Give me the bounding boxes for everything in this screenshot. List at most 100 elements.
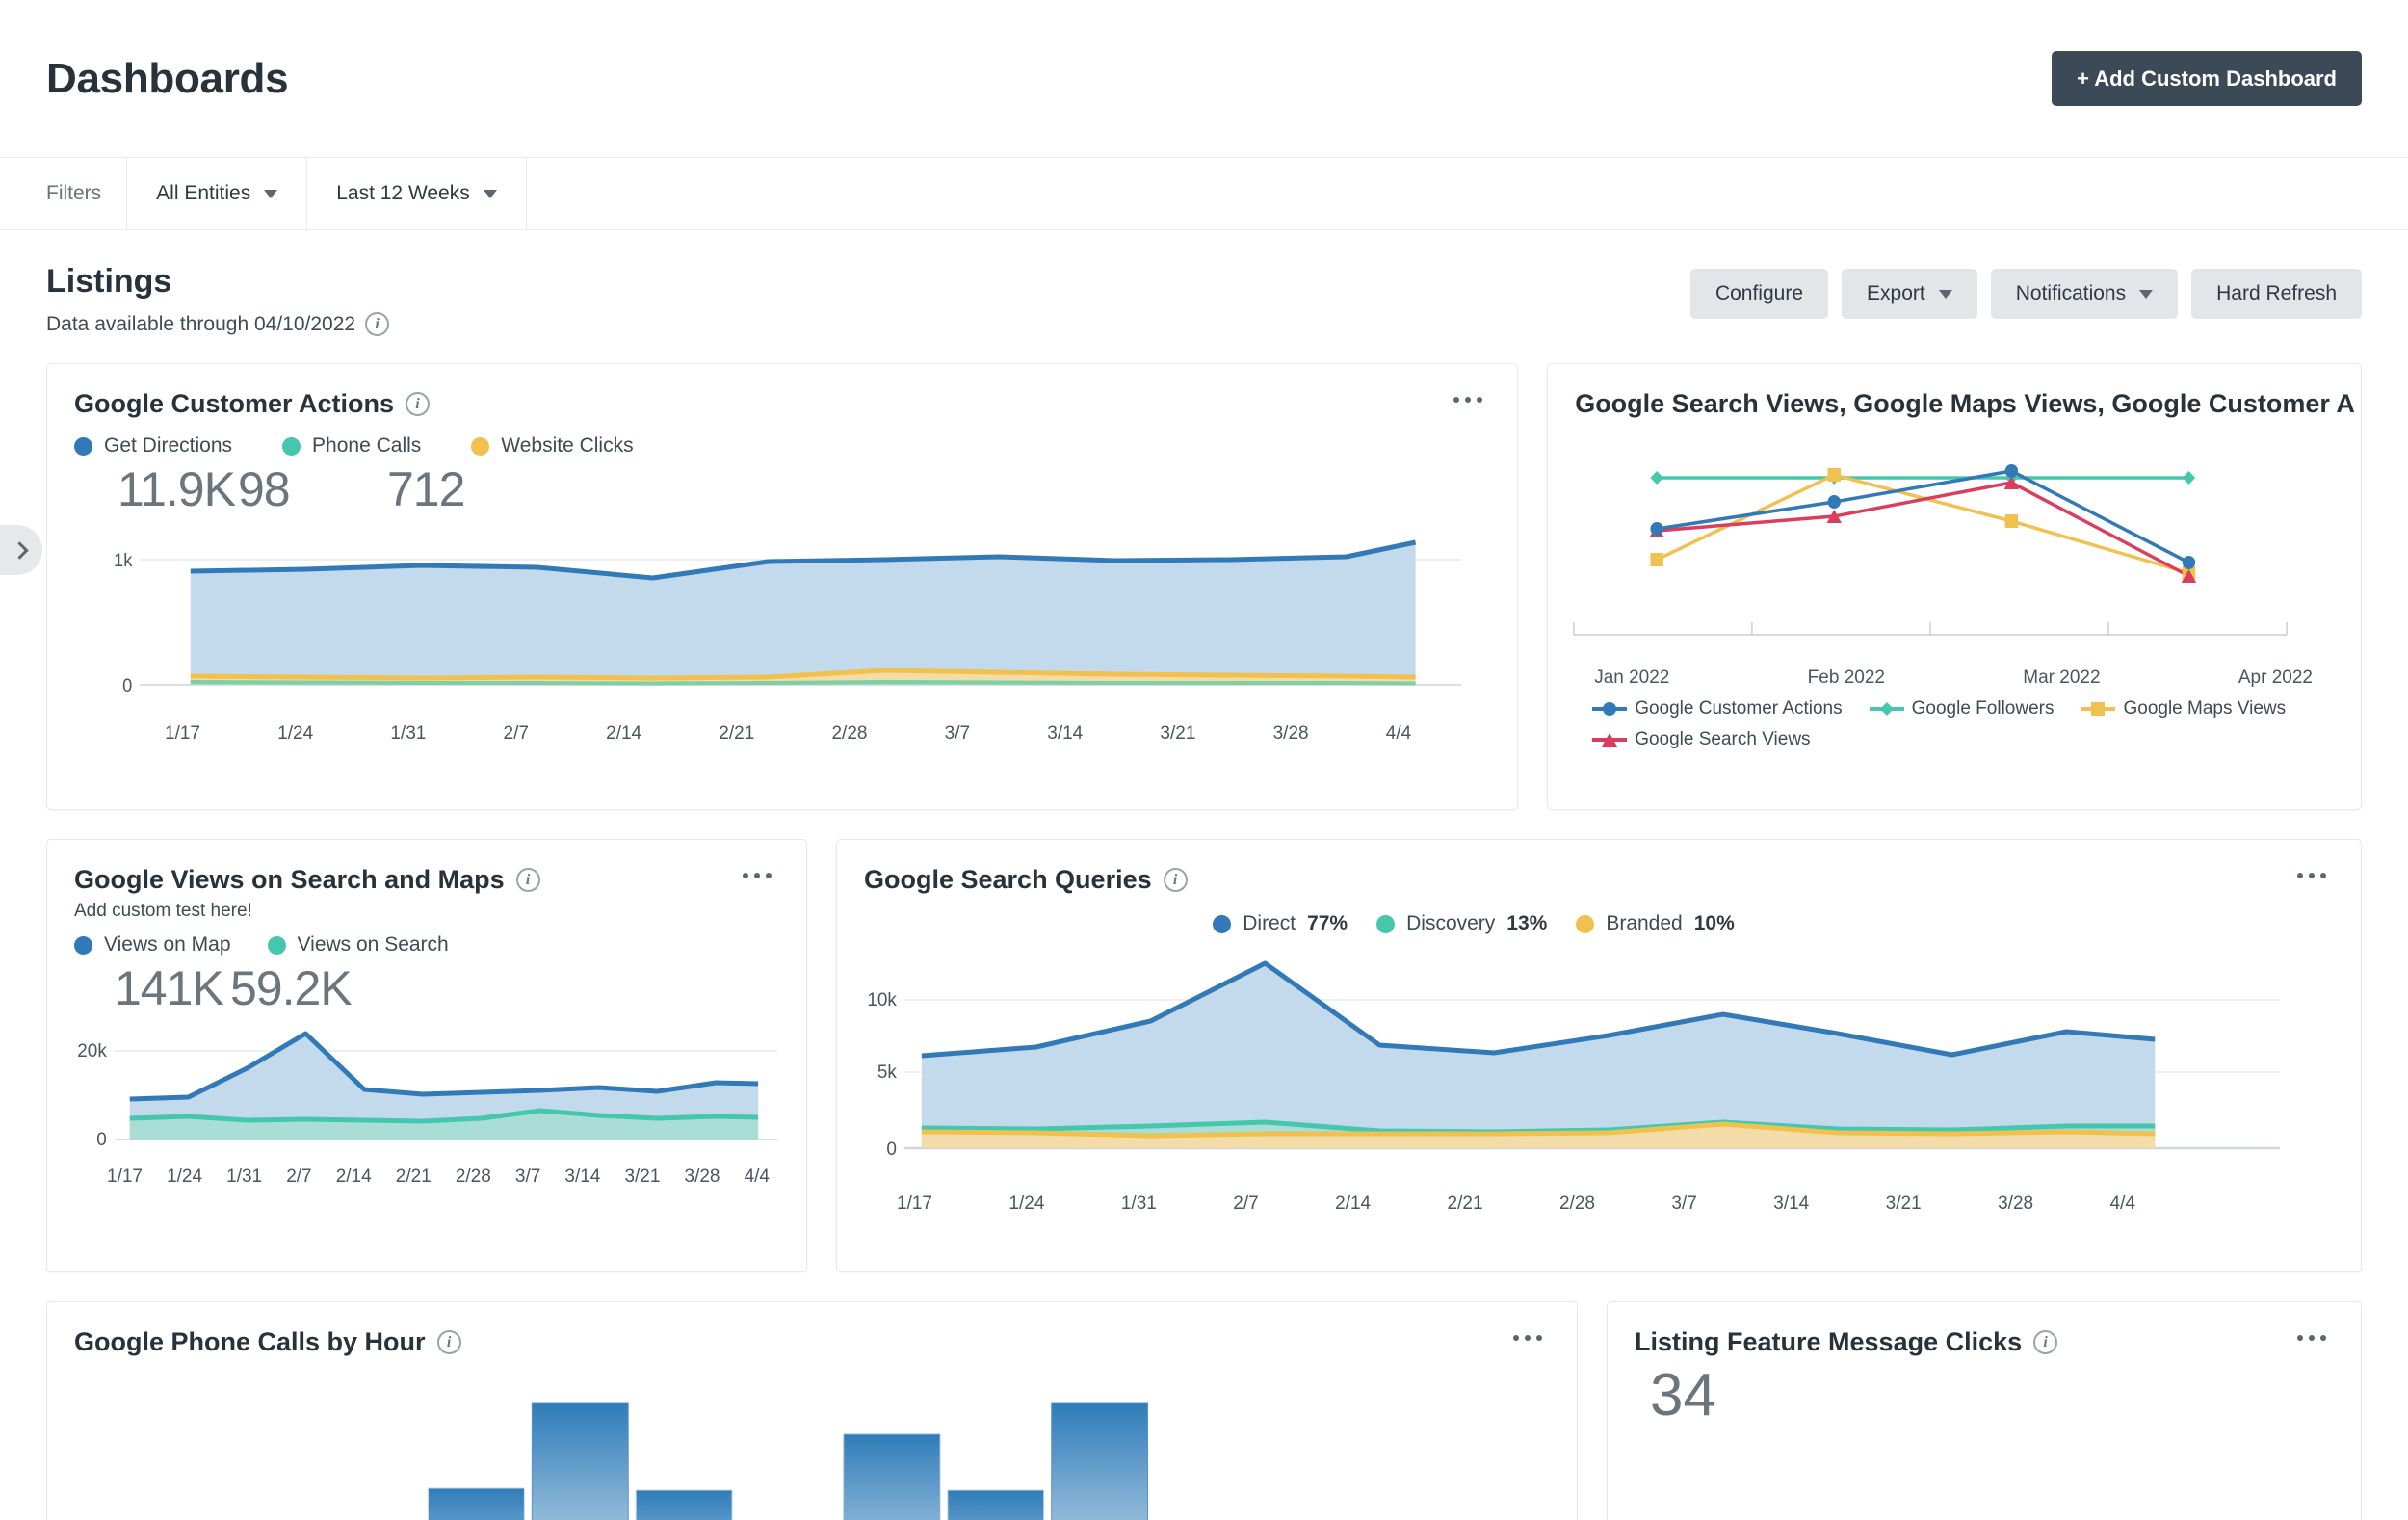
data-availability-note: Data available through 04/10/2022 i [46, 312, 390, 336]
legend-color-dot [471, 436, 490, 456]
x-tick: 2/21 [395, 1166, 432, 1187]
customer-actions-area-chart[interactable]: 1k 0 [47, 523, 1517, 716]
legend-value: 77% [1307, 912, 1348, 934]
legend-item[interactable]: Discovery 13% [1376, 912, 1547, 935]
x-tick: 2/7 [503, 723, 529, 744]
chevron-down-icon [264, 189, 278, 198]
chevron-down-icon [1938, 289, 1952, 299]
dashboard-card-grid: Google Customer Actions i Get Directions… [0, 336, 2408, 1520]
x-tick: 4/4 [1385, 723, 1412, 744]
legend-item[interactable]: Google Maps Views [2079, 698, 2286, 720]
legend-label: Get Directions [104, 434, 233, 457]
x-tick: 1/24 [167, 1166, 203, 1187]
legend-item[interactable]: Phone Calls [282, 434, 421, 458]
card-title-text: Google Search Queries [864, 865, 1152, 894]
x-tick: 2/28 [831, 723, 868, 744]
hard-refresh-button[interactable]: Hard Refresh [2191, 269, 2362, 319]
svg-text:5k: 5k [877, 1062, 898, 1083]
card-google-customer-actions: Google Customer Actions i Get Directions… [46, 363, 1519, 810]
card-subtitle: Add custom test here! [74, 901, 252, 921]
kpi-value: 11.9K [118, 462, 236, 516]
card-menu-button[interactable] [1505, 1327, 1550, 1349]
entity-filter-value: All Entities [156, 182, 251, 204]
legend-label: Google Search Views [1635, 729, 1811, 749]
svg-text:1k: 1k [114, 550, 133, 570]
multi-metric-x-axis: Jan 2022 Feb 2022 Mar 2022 Apr 2022 [1548, 666, 2361, 689]
x-tick: 1/24 [277, 723, 314, 744]
add-custom-dashboard-button[interactable]: + Add Custom Dashboard [2052, 51, 2362, 106]
legend-label: Google Maps Views [2123, 698, 2287, 719]
legend-color-dot [267, 935, 286, 955]
x-tick: 3/28 [1998, 1193, 2034, 1214]
info-icon[interactable]: i [365, 312, 390, 336]
multi-metric-line-chart[interactable] [1548, 425, 2361, 666]
legend-color-dot [74, 436, 92, 456]
card-row-3: Google Phone Calls by Hour i 10 [46, 1301, 2362, 1520]
x-tick: Jan 2022 [1594, 668, 1670, 688]
x-tick: 3/28 [684, 1166, 720, 1187]
legend-item[interactable]: Views on Search [267, 933, 449, 957]
x-tick: 2/14 [335, 1166, 372, 1187]
card-kpi-row: 141K 59.2K [47, 957, 806, 1016]
x-tick: 3/7 [944, 723, 971, 744]
search-queries-area-chart[interactable]: 10k 5k 0 [837, 947, 2361, 1188]
info-icon[interactable]: i [1163, 868, 1188, 892]
views-search-maps-area-chart[interactable]: 20k 0 [47, 1024, 806, 1159]
customer-actions-x-axis: 1/17 1/24 1/31 2/7 2/14 2/21 2/28 3/7 3/… [47, 716, 1517, 745]
x-tick: 3/7 [1671, 1193, 1697, 1214]
legend-item[interactable]: Google Customer Actions [1590, 698, 1843, 720]
x-tick: 3/14 [564, 1166, 601, 1187]
x-tick: 1/31 [1120, 1193, 1157, 1214]
card-menu-button[interactable] [2290, 1327, 2334, 1349]
legend-item[interactable]: Website Clicks [471, 434, 634, 458]
phone-calls-bar-chart[interactable]: 10 [47, 1363, 1577, 1520]
legend-item[interactable]: Branded 10% [1576, 912, 1735, 935]
x-tick: 1/31 [226, 1166, 263, 1187]
legend-label: Branded [1606, 912, 1683, 934]
entity-filter-dropdown[interactable]: All Entities [126, 158, 306, 229]
legend-label: Google Customer Actions [1635, 698, 1843, 719]
x-tick: Apr 2022 [2238, 668, 2313, 688]
legend-color-dot [282, 436, 301, 456]
legend-marker-triangle-icon [1592, 733, 1628, 747]
export-label: Export [1867, 282, 1925, 304]
card-menu-button[interactable] [1446, 389, 1490, 410]
x-tick: 3/7 [514, 1166, 541, 1187]
info-icon[interactable]: i [406, 392, 431, 416]
legend-item[interactable]: Google Search Views [1590, 729, 1811, 750]
configure-button[interactable]: Configure [1689, 269, 1829, 319]
legend-item[interactable]: Direct 77% [1213, 912, 1348, 935]
legend-value: 10% [1693, 912, 1735, 934]
x-tick: 2/14 [1335, 1193, 1372, 1214]
export-dropdown-button[interactable]: Export [1842, 269, 1977, 319]
card-title: Listing Feature Message Clicks i [1635, 1327, 2058, 1357]
info-icon[interactable]: i [515, 868, 540, 892]
legend-item[interactable]: Google Followers [1868, 698, 2054, 720]
card-menu-button[interactable] [735, 865, 779, 886]
data-availability-text: Data available through 04/10/2022 [46, 312, 356, 335]
card-legend: Direct 77% Discovery 13% Branded 10% [837, 895, 2110, 935]
kpi-value: 34 [1650, 1362, 1716, 1428]
card-title: Google Customer Actions i [74, 389, 431, 419]
notifications-dropdown-button[interactable]: Notifications [1990, 269, 2179, 319]
legend-color-dot [1213, 914, 1232, 933]
legend-item[interactable]: Get Directions [74, 434, 232, 458]
listings-section-header: Listings Data available through 04/10/20… [0, 230, 2408, 575]
x-tick: 2/21 [719, 723, 755, 744]
filters-label: Filters [46, 182, 102, 204]
info-icon[interactable]: i [436, 1330, 461, 1354]
info-icon[interactable]: i [2033, 1330, 2058, 1354]
x-tick: 1/17 [897, 1193, 932, 1214]
card-title-text: Google Phone Calls by Hour [74, 1327, 426, 1356]
page-title: Dashboards [46, 54, 289, 102]
card-menu-button[interactable] [2290, 865, 2334, 886]
x-tick: 2/28 [1558, 1193, 1595, 1214]
notifications-label: Notifications [2015, 282, 2127, 304]
listing-feature-sparkline[interactable] [1608, 1429, 2361, 1520]
x-tick: 2/21 [1447, 1193, 1483, 1214]
legend-item[interactable]: Views on Map [74, 933, 231, 957]
x-tick: 1/24 [1008, 1193, 1045, 1214]
card-google-multi-metric: Google Search Views, Google Maps Views, … [1547, 363, 2362, 810]
x-tick: 3/28 [1272, 723, 1309, 744]
date-range-filter-dropdown[interactable]: Last 12 Weeks [306, 158, 527, 229]
